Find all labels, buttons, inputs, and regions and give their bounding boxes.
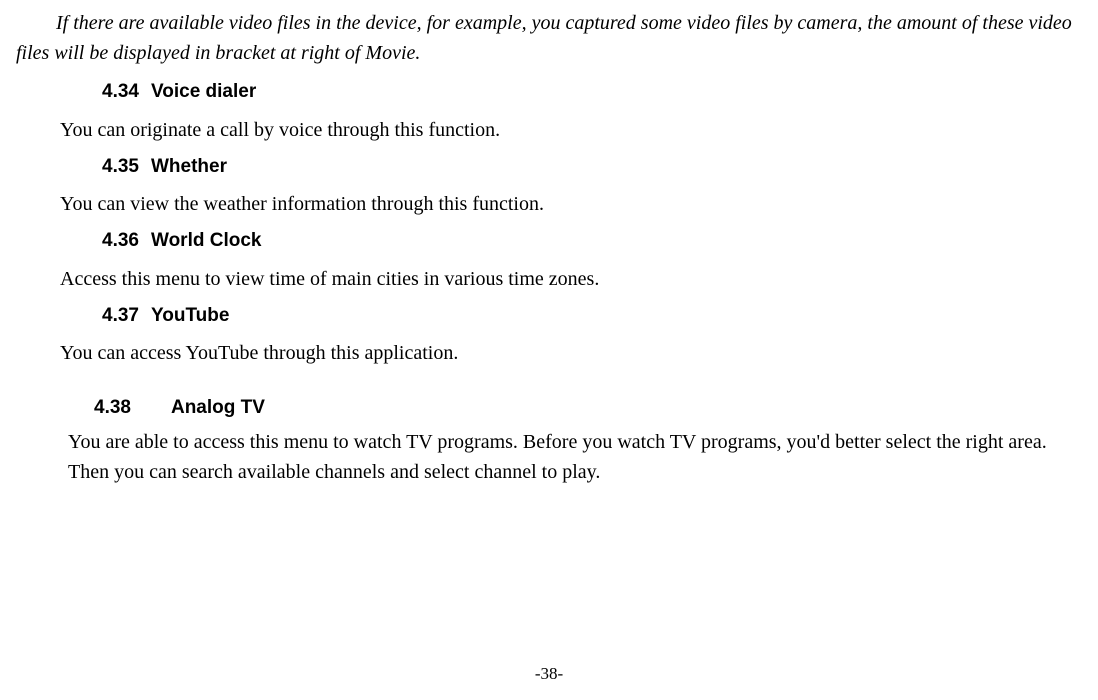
- heading-world-clock: 4.36 World Clock: [102, 227, 1082, 256]
- heading-number: 4.34: [102, 78, 139, 107]
- intro-paragraph: If there are available video files in th…: [16, 8, 1082, 68]
- body-world-clock: Access this menu to view time of main ci…: [60, 264, 1082, 294]
- heading-title: YouTube: [151, 305, 229, 326]
- heading-voice-dialer: 4.34 Voice dialer: [102, 78, 1082, 107]
- body-voice-dialer: You can originate a call by voice throug…: [60, 115, 1082, 145]
- body-analog-tv: You are able to access this menu to watc…: [68, 427, 1082, 487]
- heading-title: World Clock: [151, 230, 262, 251]
- body-youtube: You can access YouTube through this appl…: [60, 338, 1082, 368]
- page-number: -38-: [0, 661, 1098, 687]
- heading-title: Whether: [151, 156, 227, 177]
- heading-title: Analog TV: [171, 397, 265, 418]
- heading-youtube: 4.37 YouTube: [102, 302, 1082, 331]
- heading-number: 4.36: [102, 227, 139, 256]
- body-whether: You can view the weather information thr…: [60, 189, 1082, 219]
- heading-number: 4.35: [102, 153, 139, 182]
- heading-number: 4.37: [102, 302, 139, 331]
- heading-analog-tv: 4.38 Analog TV: [94, 394, 1082, 423]
- heading-title: Voice dialer: [151, 81, 256, 102]
- heading-whether: 4.35 Whether: [102, 153, 1082, 182]
- heading-number: 4.38: [94, 394, 131, 423]
